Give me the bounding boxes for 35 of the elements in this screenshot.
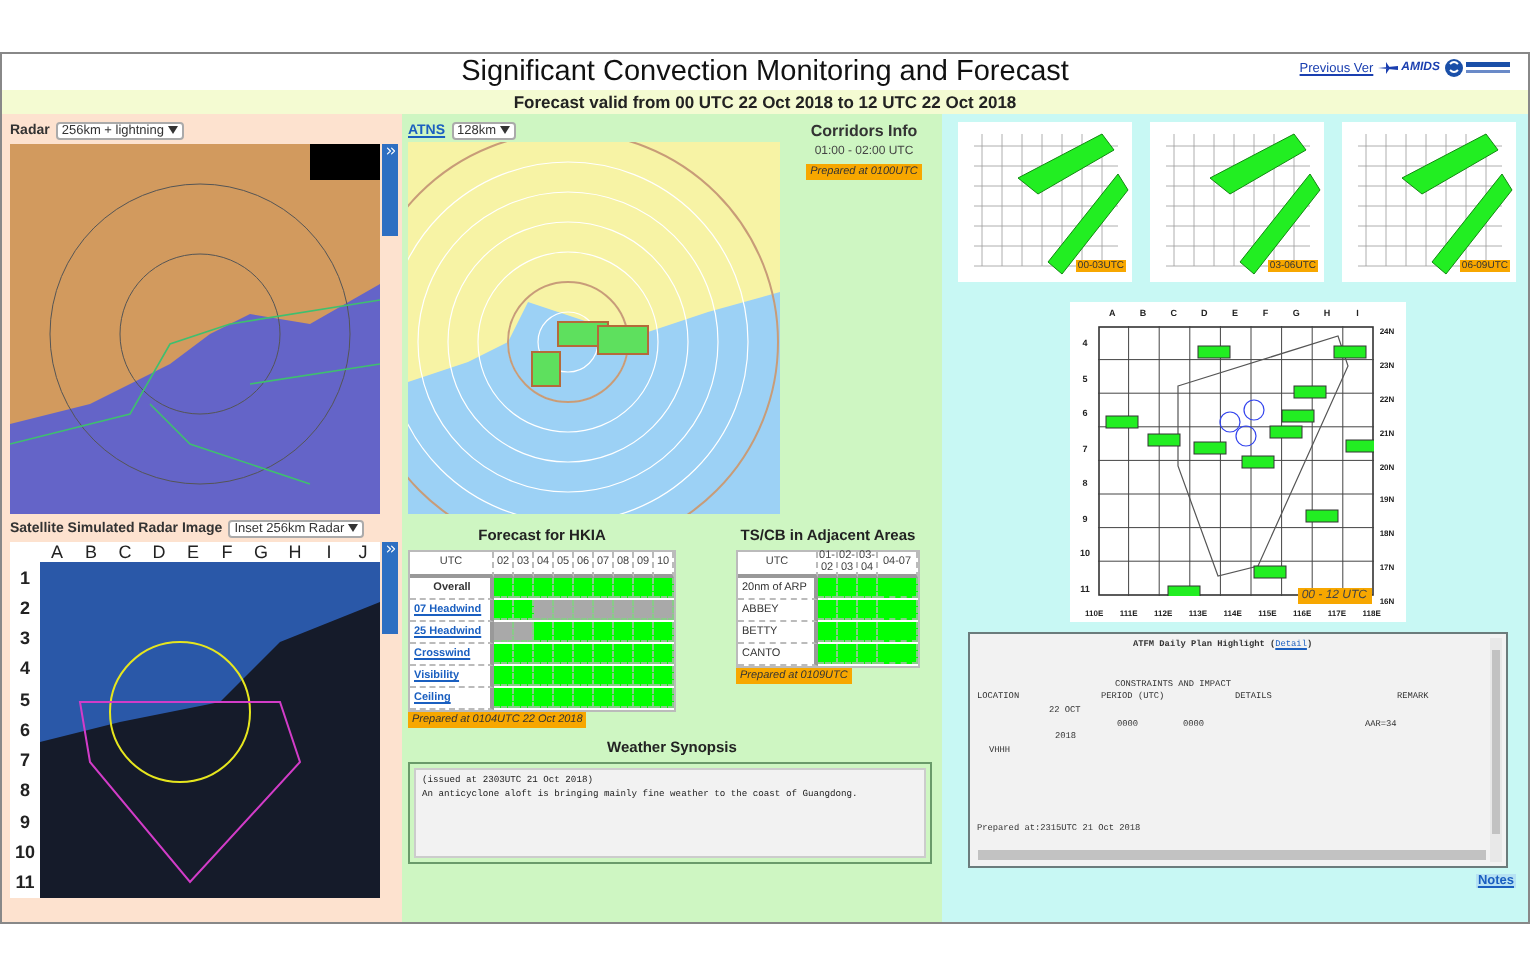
grid-row-label: 3 [17, 626, 32, 653]
corridors-title: Corridors Info [810, 122, 918, 140]
grid-column-label: G [251, 542, 270, 562]
caret-icon [348, 523, 359, 531]
grid-row-label: 2 [17, 595, 32, 622]
grid-row-label: 11 [13, 870, 37, 897]
grid-column-label: F [219, 542, 235, 562]
grid-row-label: 10 [12, 840, 37, 867]
grid-column-label: D [150, 542, 168, 562]
chevrons-right-icon [383, 144, 397, 158]
grid-column-label: J [356, 542, 370, 562]
expand-button[interactable] [382, 542, 398, 634]
scrollbar[interactable] [977, 850, 1485, 860]
observatory-logo-icon [1444, 58, 1512, 78]
plane-icon [1377, 62, 1398, 74]
grid-column-label: A [48, 542, 65, 562]
caret-icon [500, 125, 511, 133]
chevrons-right-icon [383, 542, 397, 556]
grid-row-label: 1 [17, 565, 32, 592]
scrollbar[interactable] [1489, 638, 1501, 862]
expand-button[interactable] [382, 144, 398, 236]
grid-column-label: B [82, 542, 99, 562]
grid-row-label: 4 [17, 656, 32, 683]
caret-icon [167, 125, 178, 133]
grid-column-label: E [184, 542, 201, 562]
grid-row-label: 9 [17, 809, 32, 836]
grid-column-label: H [286, 542, 304, 562]
page-title: Significant Convection Monitoring and Forecast [461, 56, 1069, 88]
grid-row-label: 6 [17, 717, 32, 744]
grid-column-label: C [116, 542, 134, 562]
grid-column-label: I [324, 542, 334, 562]
grid-row-label: 8 [17, 778, 32, 805]
forecast-validity: Forecast valid from 00 UTC 22 Oct 2018 to 12 UTC 22 Oct 2018 [513, 92, 1017, 112]
grid-row-label: 5 [17, 687, 32, 714]
grid-row-label: 7 [17, 748, 32, 775]
